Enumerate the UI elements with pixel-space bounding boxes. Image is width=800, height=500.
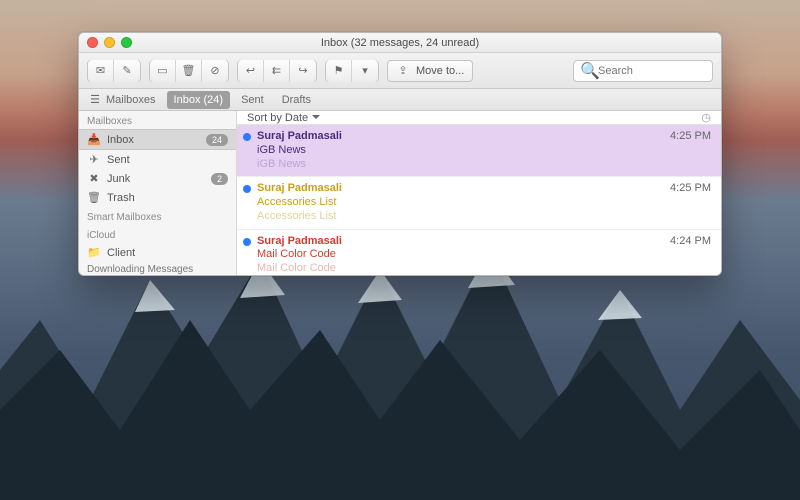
search-input[interactable] <box>598 65 706 77</box>
move-to-button[interactable]: ⇪ Move to... <box>387 60 473 82</box>
sidebar-item-client[interactable]: 📁 Client <box>79 243 236 262</box>
sidebar-status-title: Downloading Messages <box>79 262 236 275</box>
move-to-label: Move to... <box>416 65 464 77</box>
message-list: Sort by Date ◷ Suraj Padmasali iGB News … <box>237 111 721 275</box>
message-time: 4:25 PM <box>670 182 711 223</box>
forward-button[interactable]: ↪ <box>290 60 316 82</box>
sent-icon: ✈ <box>87 153 101 166</box>
message-preview: iGB News <box>257 158 656 172</box>
message-preview: Mail Color Code <box>257 262 656 276</box>
window-traffic-lights <box>87 37 132 48</box>
toolbar: ✉ ✎ ▭ 🗑 ⊘ ↩ ⇇ ↪ ⚑ ▾ ⇪ Move to... 🔍 <box>79 53 721 89</box>
sidebar-badge: 24 <box>206 134 228 146</box>
message-subject: iGB News <box>257 144 656 158</box>
message-from: Suraj Padmasali <box>257 182 656 196</box>
zoom-button[interactable] <box>121 37 132 48</box>
flag-icon: ⚑ <box>332 64 346 77</box>
unread-dot-icon <box>243 185 251 193</box>
message-from: Suraj Padmasali <box>257 235 656 249</box>
mail-window: Inbox (32 messages, 24 unread) ✉ ✎ ▭ 🗑 ⊘… <box>78 32 722 276</box>
sidebar-item-label: Inbox <box>107 134 134 146</box>
window-body: Mailboxes 📥 Inbox 24 ✈ Sent ✖ Junk 2 🗑 T… <box>79 111 721 275</box>
message-row[interactable]: Suraj Padmasali iGB News iGB News 4:25 P… <box>237 125 721 177</box>
sidebar-item-junk[interactable]: ✖ Junk 2 <box>79 169 236 188</box>
reply-icon: ↩ <box>244 64 258 77</box>
sidebar-item-label: Sent <box>107 154 130 166</box>
delete-button[interactable]: 🗑 <box>176 60 202 82</box>
message-preview: Accessories List <box>257 210 656 224</box>
sidebar-item-label: Trash <box>107 192 135 204</box>
favorites-mailboxes[interactable]: ☰ Mailboxes <box>79 89 165 110</box>
trash-folder-icon: 🗑 <box>87 191 101 204</box>
search-field[interactable]: 🔍 <box>573 60 713 82</box>
sort-label: Sort by Date <box>247 112 320 124</box>
get-mail-button[interactable]: ✉ <box>88 60 114 82</box>
flag-button[interactable]: ⚑ <box>326 60 352 82</box>
compose-icon: ✎ <box>120 64 134 77</box>
envelope-icon: ✉ <box>94 64 108 77</box>
unread-dot-icon <box>243 238 251 246</box>
toolbar-group-left: ✉ ✎ <box>87 60 141 82</box>
unread-dot-icon <box>243 133 251 141</box>
sidebar-item-inbox[interactable]: 📥 Inbox 24 <box>79 129 236 150</box>
folder-icon: 📁 <box>87 246 101 259</box>
toolbar-group-archive: ▭ 🗑 ⊘ <box>149 60 229 82</box>
junk-folder-icon: ✖ <box>87 172 101 185</box>
sidebar-item-trash[interactable]: 🗑 Trash <box>79 188 236 207</box>
sidebar-heading-icloud: iCloud <box>79 225 236 243</box>
search-icon: 🔍 <box>580 61 594 81</box>
archive-button[interactable]: ▭ <box>150 60 176 82</box>
toolbar-group-flag: ⚑ ▾ <box>325 60 379 82</box>
junk-button[interactable]: ⊘ <box>202 60 228 82</box>
message-row[interactable]: Suraj Padmasali Mail Color Code Mail Col… <box>237 230 721 277</box>
message-content: Suraj Padmasali iGB News iGB News <box>257 130 656 171</box>
message-content: Suraj Padmasali Accessories List Accesso… <box>257 182 656 223</box>
sidebar-heading-smart: Smart Mailboxes <box>79 207 236 225</box>
inbox-icon: 📥 <box>87 133 101 146</box>
sidebar-item-sent[interactable]: ✈ Sent <box>79 150 236 169</box>
close-button[interactable] <box>87 37 98 48</box>
chevron-down-icon: ▾ <box>358 64 372 77</box>
reply-all-icon: ⇇ <box>270 64 284 77</box>
message-time: 4:25 PM <box>670 130 711 171</box>
message-row[interactable]: Suraj Padmasali Accessories List Accesso… <box>237 177 721 229</box>
window-title: Inbox (32 messages, 24 unread) <box>321 37 479 49</box>
sidebar-badge: 2 <box>211 173 228 185</box>
minimize-button[interactable] <box>104 37 115 48</box>
sidebar-item-label: Junk <box>107 173 130 185</box>
sidebar-heading-mailboxes: Mailboxes <box>79 111 236 129</box>
flag-menu-button[interactable]: ▾ <box>352 60 378 82</box>
clock-icon[interactable]: ◷ <box>701 111 711 124</box>
folder-move-icon: ⇪ <box>396 64 410 77</box>
favorites-sent[interactable]: Sent <box>232 89 273 110</box>
reply-all-button[interactable]: ⇇ <box>264 60 290 82</box>
toolbar-group-reply: ↩ ⇇ ↪ <box>237 60 317 82</box>
window-titlebar[interactable]: Inbox (32 messages, 24 unread) <box>79 33 721 53</box>
archive-icon: ▭ <box>156 64 170 77</box>
favorites-bar: ☰ Mailboxes Inbox (24) Sent Drafts <box>79 89 721 111</box>
favorites-inbox[interactable]: Inbox (24) <box>167 91 231 109</box>
trash-icon: 🗑 <box>182 64 196 77</box>
junk-icon: ⊘ <box>208 64 222 77</box>
favorites-sent-label: Sent <box>241 94 264 106</box>
sort-header[interactable]: Sort by Date ◷ <box>237 111 721 125</box>
message-subject: Accessories List <box>257 196 656 210</box>
favorites-inbox-label: Inbox (24) <box>174 94 224 106</box>
compose-button[interactable]: ✎ <box>114 60 140 82</box>
sidebar: Mailboxes 📥 Inbox 24 ✈ Sent ✖ Junk 2 🗑 T… <box>79 111 237 275</box>
message-subject: Mail Color Code <box>257 248 656 262</box>
reply-button[interactable]: ↩ <box>238 60 264 82</box>
favorites-drafts[interactable]: Drafts <box>273 89 320 110</box>
message-content: Suraj Padmasali Mail Color Code Mail Col… <box>257 235 656 276</box>
mailboxes-icon: ☰ <box>88 93 102 106</box>
favorites-mailboxes-label: Mailboxes <box>106 94 156 106</box>
message-from: Suraj Padmasali <box>257 130 656 144</box>
message-time: 4:24 PM <box>670 235 711 276</box>
favorites-drafts-label: Drafts <box>282 94 311 106</box>
sidebar-item-label: Client <box>107 247 135 259</box>
forward-icon: ↪ <box>296 64 310 77</box>
